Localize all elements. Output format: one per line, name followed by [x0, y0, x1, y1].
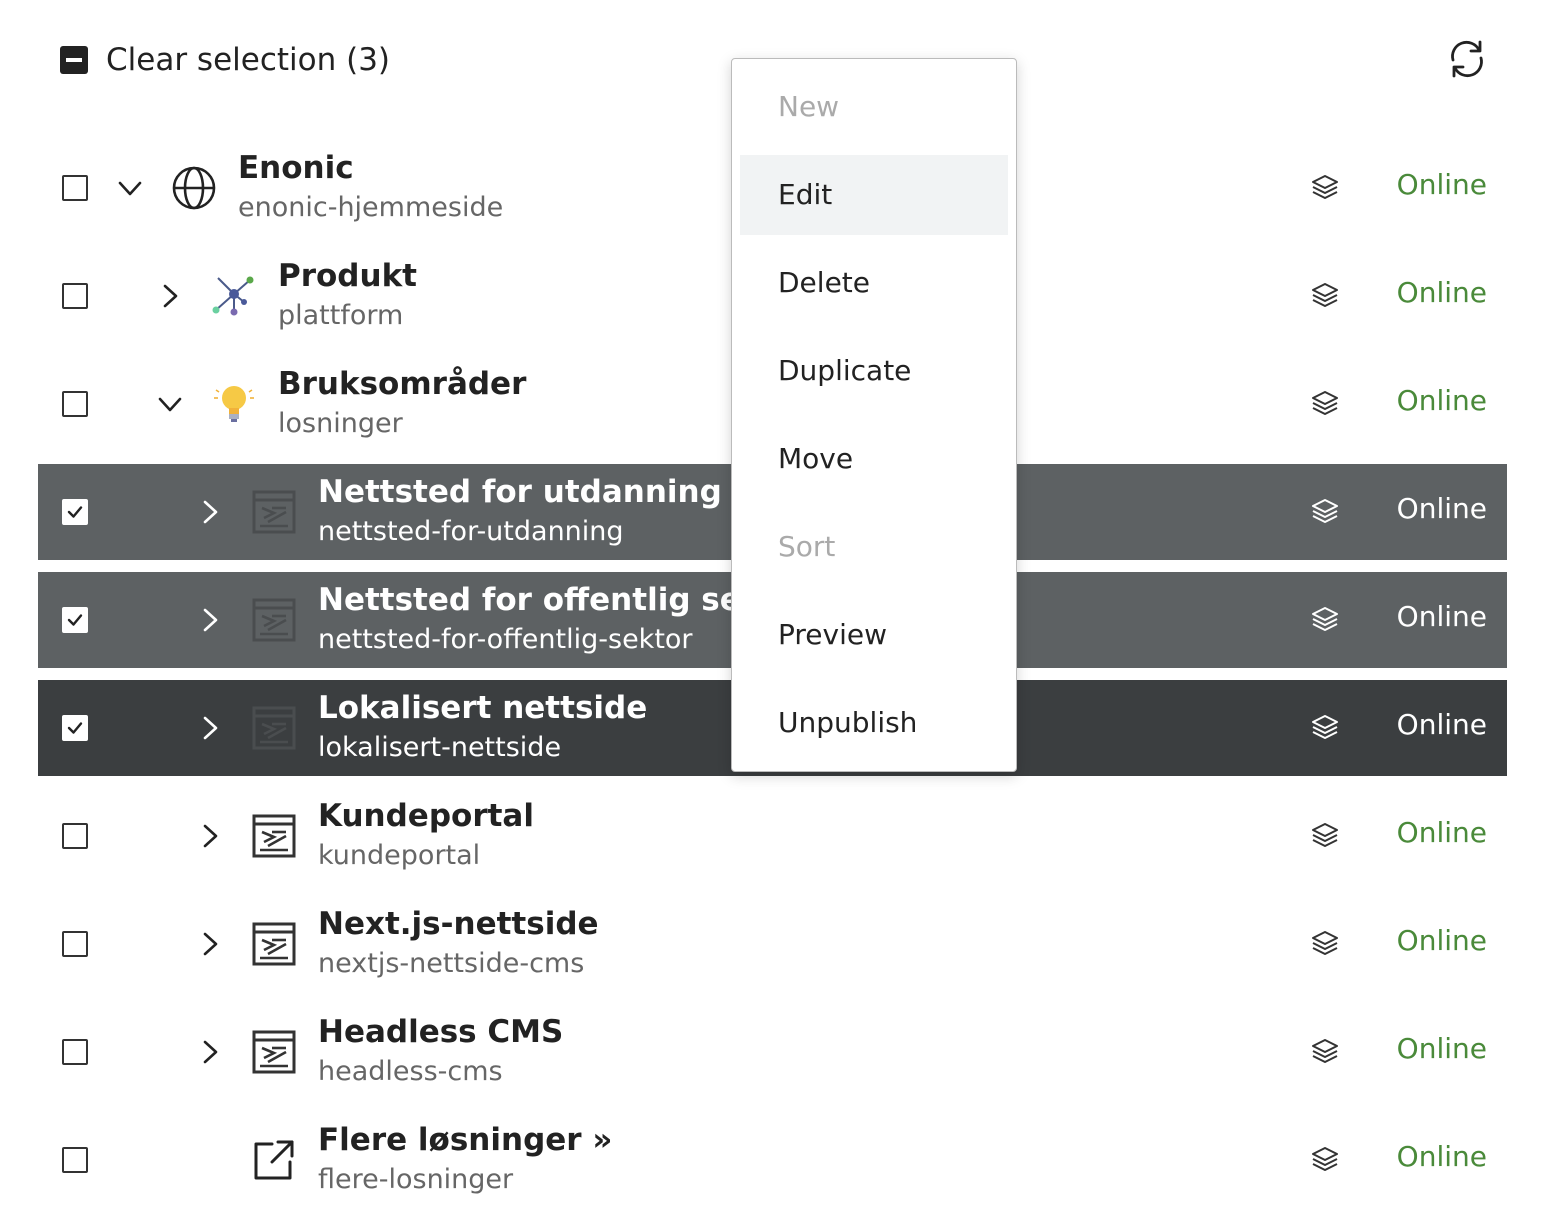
row-checkbox[interactable] — [62, 391, 88, 417]
menu-item-new: New — [778, 90, 840, 123]
chevron-right-icon[interactable] — [195, 821, 225, 851]
row-title: Headless CMS — [318, 1014, 564, 1050]
status-badge: Online — [1396, 816, 1487, 849]
row-checkbox[interactable] — [62, 175, 88, 201]
row-checkbox[interactable] — [62, 1147, 88, 1173]
menu-item-edit[interactable]: Edit — [740, 155, 1008, 235]
status-badge: Online — [1396, 384, 1487, 417]
menu-item-move[interactable]: Move — [740, 419, 1008, 499]
checkmark-icon — [65, 610, 85, 630]
network-icon — [212, 276, 254, 316]
chevron-down-icon[interactable] — [115, 173, 145, 203]
row-path: flere-losninger — [318, 1164, 514, 1195]
status-badge: Online — [1396, 168, 1487, 201]
row-checkbox[interactable] — [62, 283, 88, 309]
site-icon — [250, 488, 298, 536]
status-badge: Online — [1396, 492, 1487, 525]
external-link-icon — [254, 1140, 294, 1180]
context-menu: New Edit Delete Duplicate Move Sort Prev… — [731, 58, 1017, 772]
status-badge: Online — [1396, 600, 1487, 633]
layers-icon — [1310, 929, 1340, 959]
layers-icon — [1310, 1145, 1340, 1175]
row-title: Nettsted for utdanning — [318, 474, 722, 510]
layers-icon — [1310, 173, 1340, 203]
row-checkbox[interactable] — [62, 715, 88, 741]
checkmark-icon — [65, 502, 85, 522]
row-path: plattform — [278, 300, 404, 331]
menu-item-delete[interactable]: Delete — [740, 243, 1008, 323]
status-badge: Online — [1396, 276, 1487, 309]
checkmark-icon — [65, 718, 85, 738]
site-icon — [250, 596, 298, 644]
layers-icon — [1310, 1037, 1340, 1067]
row-path: nextjs-nettside-cms — [318, 948, 585, 979]
clear-selection-label: Clear selection (3) — [106, 42, 391, 78]
row-path: enonic-hjemmeside — [238, 192, 504, 223]
site-icon — [250, 812, 298, 860]
chevron-down-icon[interactable] — [155, 389, 185, 419]
row-checkbox[interactable] — [62, 499, 88, 525]
chevron-right-icon[interactable] — [195, 713, 225, 743]
row-checkbox[interactable] — [62, 931, 88, 957]
row-path: lokalisert-nettside — [318, 732, 562, 763]
menu-item-unpublish[interactable]: Unpublish — [740, 683, 1008, 763]
layers-icon — [1310, 497, 1340, 527]
tree-row-kundeportal[interactable]: Kundeportal kundeportal Online — [38, 788, 1507, 884]
clear-selection-button[interactable]: Clear selection (3) — [60, 40, 390, 80]
row-title: Bruksområder — [278, 366, 527, 402]
menu-item-duplicate[interactable]: Duplicate — [740, 331, 1008, 411]
tree-row-nextjs-nettside[interactable]: Next.js-nettside nextjs-nettside-cms Onl… — [38, 896, 1507, 992]
globe-icon — [172, 166, 216, 210]
site-icon — [250, 704, 298, 752]
chevron-right-icon[interactable] — [195, 605, 225, 635]
chevron-right-icon[interactable] — [155, 281, 185, 311]
clear-selection-icon — [60, 46, 88, 74]
menu-item-sort: Sort — [778, 530, 836, 563]
row-path: nettsted-for-offentlig-sektor — [318, 624, 693, 655]
layers-icon — [1310, 605, 1340, 635]
row-path: headless-cms — [318, 1056, 503, 1087]
chevron-right-icon[interactable] — [195, 929, 225, 959]
layers-icon — [1310, 281, 1340, 311]
layers-icon — [1310, 389, 1340, 419]
row-title: Lokalisert nettside — [318, 690, 648, 726]
tree-row-flere-losninger[interactable]: Flere løsninger » flere-losninger Online — [38, 1112, 1507, 1208]
row-title: Flere løsninger » — [318, 1122, 613, 1158]
row-title: Next.js-nettside — [318, 906, 599, 942]
chevron-right-icon[interactable] — [195, 497, 225, 527]
tree-row-headless-cms[interactable]: Headless CMS headless-cms Online — [38, 1004, 1507, 1100]
row-checkbox[interactable] — [62, 823, 88, 849]
refresh-icon[interactable] — [1446, 38, 1488, 80]
menu-item-preview[interactable]: Preview — [740, 595, 1008, 675]
status-badge: Online — [1396, 924, 1487, 957]
row-path: nettsted-for-utdanning — [318, 516, 624, 547]
site-icon — [250, 920, 298, 968]
status-badge: Online — [1396, 1032, 1487, 1065]
row-path: kundeportal — [318, 840, 481, 871]
lightbulb-icon — [214, 386, 254, 422]
site-icon — [250, 1028, 298, 1076]
layers-icon — [1310, 821, 1340, 851]
row-title: Kundeportal — [318, 798, 534, 834]
row-checkbox[interactable] — [62, 607, 88, 633]
layers-icon — [1310, 713, 1340, 743]
row-path: losninger — [278, 408, 403, 439]
status-badge: Online — [1396, 1140, 1487, 1173]
row-checkbox[interactable] — [62, 1039, 88, 1065]
row-title: Enonic — [238, 150, 354, 186]
chevron-right-icon[interactable] — [195, 1037, 225, 1067]
status-badge: Online — [1396, 708, 1487, 741]
row-title: Produkt — [278, 258, 418, 294]
